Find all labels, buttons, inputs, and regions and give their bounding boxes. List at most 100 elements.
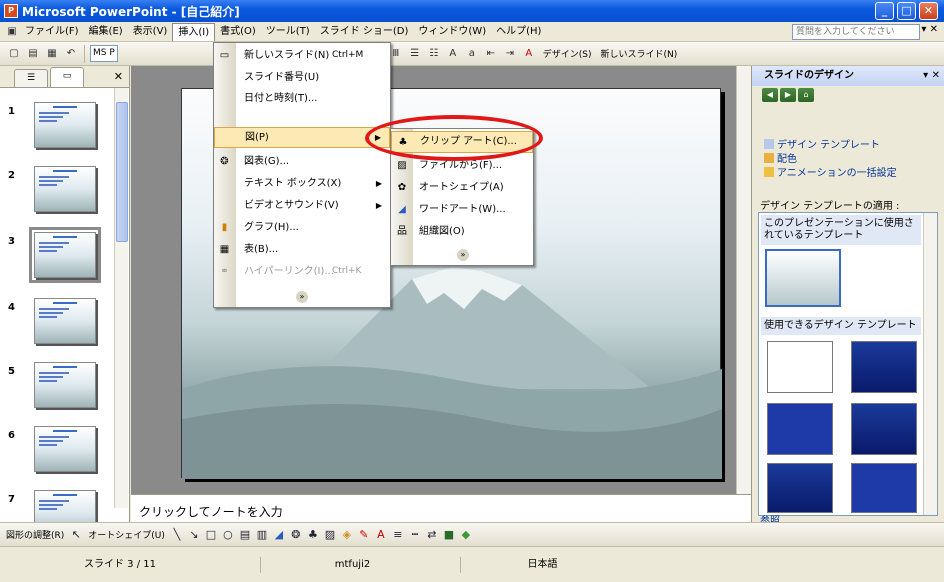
minimize-button[interactable]: _	[875, 2, 894, 20]
template-gallery-scrollbar[interactable]	[923, 213, 937, 515]
menu-item-diagram[interactable]: ❂ 図表(G)...	[214, 151, 390, 172]
expand-submenu-chevron-icon[interactable]: »	[457, 249, 469, 261]
font-color-tool-icon[interactable]: A	[374, 528, 388, 542]
link-color-schemes[interactable]: 配色	[764, 150, 797, 165]
oval-icon[interactable]: ○	[221, 528, 235, 542]
notes-pane[interactable]: クリックしてノートを入力	[131, 494, 751, 522]
slide-thumbnail[interactable]	[34, 102, 96, 148]
back-icon[interactable]: ◀	[762, 88, 778, 102]
menu-insert[interactable]: 挿入(I)	[172, 22, 216, 41]
template-thumb-blue-3[interactable]	[851, 403, 917, 455]
help-close-icon[interactable]: ▾ ✕	[921, 24, 938, 35]
slide-thumbnail[interactable]	[34, 426, 96, 472]
home-icon[interactable]: ⌂	[798, 88, 814, 102]
new-slide-button[interactable]: 新しいスライド(N)	[598, 47, 681, 60]
slide-scrollbar[interactable]	[736, 66, 751, 494]
increase-font-icon[interactable]: A	[445, 46, 461, 62]
diagram-tool-icon[interactable]: ❂	[289, 528, 303, 542]
decrease-indent-icon[interactable]: ⇤	[483, 46, 499, 62]
link-animation-schemes[interactable]: アニメーションの一括設定	[764, 164, 897, 179]
wordart-tool-icon[interactable]: ◢	[272, 528, 286, 542]
template-thumb-default[interactable]	[767, 341, 833, 393]
menu-file[interactable]: ファイル(F)	[20, 23, 84, 41]
bullets-icon[interactable]: ☷	[426, 46, 442, 62]
template-thumb-blue-1[interactable]	[851, 341, 917, 393]
insert-picture-icon[interactable]: ▨	[323, 528, 337, 542]
menu-slideshow[interactable]: スライド ショー(D)	[315, 23, 414, 41]
clip-art-tool-icon[interactable]: ♣	[306, 528, 320, 542]
new-file-icon[interactable]: ▢	[6, 46, 22, 62]
slide-thumbnail[interactable]	[34, 362, 96, 408]
scrollbar-thumb[interactable]	[116, 102, 128, 242]
slide-thumbnail-row[interactable]: 4	[6, 298, 118, 358]
arrow-icon[interactable]: ↘	[187, 528, 201, 542]
menu-edit[interactable]: 編集(E)	[84, 23, 128, 41]
undo-icon[interactable]: ↶	[63, 46, 79, 62]
shadow-style-icon[interactable]: ■	[442, 528, 456, 542]
menu-format[interactable]: 書式(O)	[215, 23, 261, 41]
template-thumb-blue-4[interactable]	[767, 463, 833, 513]
autoshape-menu-button[interactable]: オートシェイプ(U)	[86, 528, 167, 541]
forward-icon[interactable]: ▶	[780, 88, 796, 102]
close-button[interactable]: ✕	[919, 2, 938, 20]
rectangle-icon[interactable]: □	[204, 528, 218, 542]
slide-thumbnail-row[interactable]: 6	[6, 426, 118, 486]
numbering-icon[interactable]: ☰	[407, 46, 423, 62]
slide-thumbnail[interactable]	[29, 227, 101, 283]
maximize-button[interactable]: □	[897, 2, 916, 20]
dash-style-icon[interactable]: ┅	[408, 528, 422, 542]
menu-item-text-box[interactable]: テキスト ボックス(X) ▶	[214, 173, 390, 194]
font-name-box[interactable]: MS P	[90, 45, 118, 62]
slide-thumbnail[interactable]	[34, 298, 96, 344]
font-color-icon[interactable]: A	[521, 46, 537, 62]
submenu-item-wordart[interactable]: ◢ ワードアート(W)...	[391, 199, 533, 221]
draw-menu-button[interactable]: 図形の調整(R)	[4, 528, 66, 541]
line-style-icon[interactable]: ≡	[391, 528, 405, 542]
slides-scrollbar[interactable]	[114, 88, 128, 508]
submenu-item-autoshape[interactable]: ✿ オートシェイプ(A)	[391, 177, 533, 199]
select-pointer-icon[interactable]: ↖	[69, 528, 83, 542]
template-thumb-blue-5[interactable]	[851, 463, 917, 513]
menu-item-slide-number[interactable]: スライド番号(U)	[214, 67, 390, 88]
menu-tools[interactable]: ツール(T)	[261, 23, 315, 41]
open-folder-icon[interactable]: ▤	[25, 46, 41, 62]
save-icon[interactable]: ▦	[44, 46, 60, 62]
submenu-item-org-chart[interactable]: 品 組織図(O)	[391, 221, 533, 243]
vertical-text-box-icon[interactable]: ▥	[255, 528, 269, 542]
increase-indent-icon[interactable]: ⇥	[502, 46, 518, 62]
slide-thumbnail-row[interactable]: 2	[6, 166, 118, 226]
menu-item-chart[interactable]: ▮ グラフ(H)...	[214, 217, 390, 238]
help-search-input[interactable]: 質問を入力してください	[792, 24, 920, 40]
slide-thumbnail-row[interactable]: 5	[6, 362, 118, 422]
tab-outline[interactable]: ☰	[14, 69, 48, 87]
menu-item-hyperlink[interactable]: ⚭ ハイパーリンク(I)... Ctrl+K	[214, 261, 390, 282]
powerpoint-app-icon[interactable]: P	[4, 4, 18, 18]
link-design-templates[interactable]: デザイン テンプレート	[764, 136, 880, 151]
arrow-style-icon[interactable]: ⇄	[425, 528, 439, 542]
line-icon[interactable]: ╲	[170, 528, 184, 542]
document-icon[interactable]: ▣	[4, 24, 20, 40]
panel-close-icon[interactable]: ✕	[114, 70, 123, 83]
menu-help[interactable]: ヘルプ(H)	[491, 23, 546, 41]
task-pane-close-icon[interactable]: ▾ ✕	[923, 66, 940, 86]
template-thumb-blue-2[interactable]	[767, 403, 833, 455]
menu-item-media[interactable]: ビデオとサウンド(V) ▶	[214, 195, 390, 216]
text-box-icon[interactable]: ▤	[238, 528, 252, 542]
menu-item-date-time[interactable]: 日付と時刻(T)...	[214, 88, 390, 109]
slide-thumbnail[interactable]	[34, 166, 96, 212]
tab-slides[interactable]: ▭	[50, 67, 84, 87]
design-button[interactable]: デザイン(S)	[540, 47, 595, 60]
slide-thumbnail-row[interactable]: 3	[6, 227, 118, 292]
expand-menu-chevron-icon[interactable]: »	[296, 291, 308, 303]
fill-color-icon[interactable]: ◈	[340, 528, 354, 542]
menu-item-table[interactable]: ▦ 表(B)...	[214, 239, 390, 260]
template-thumb-mtfuji[interactable]	[765, 249, 841, 307]
line-color-icon[interactable]: ✎	[357, 528, 371, 542]
menu-item-new-slide[interactable]: ▭ 新しいスライド(N) Ctrl+M	[214, 45, 390, 66]
3d-style-icon[interactable]: ◆	[459, 528, 473, 542]
menu-view[interactable]: 表示(V)	[128, 23, 173, 41]
menu-item-picture[interactable]: 図(P) ▶	[214, 127, 390, 148]
slide-thumbnail-row[interactable]: 1	[6, 102, 118, 162]
menu-window[interactable]: ウィンドウ(W)	[413, 23, 491, 41]
decrease-font-icon[interactable]: a	[464, 46, 480, 62]
